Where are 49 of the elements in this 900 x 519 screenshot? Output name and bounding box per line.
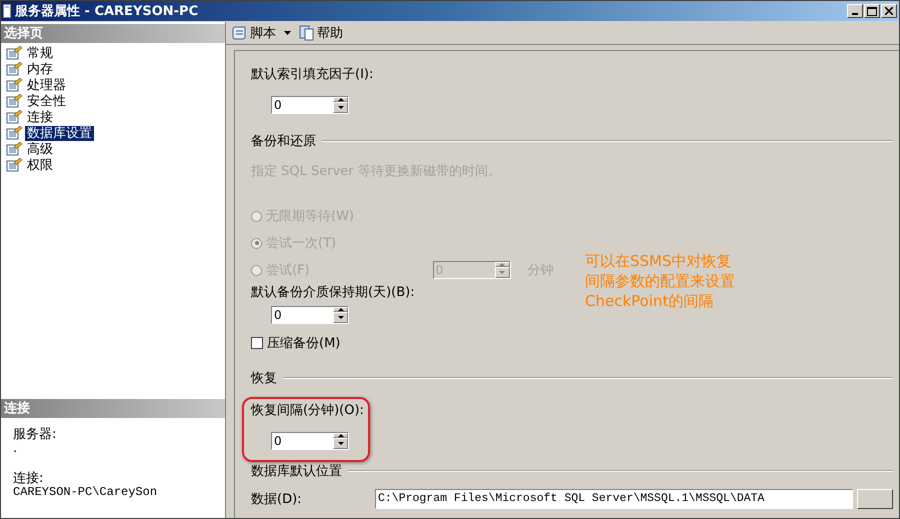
- caret-icon: [284, 31, 291, 35]
- field-label: 默认备份介质保持期(天)(B):: [251, 284, 415, 301]
- page-list-item[interactable]: 连接: [25, 110, 55, 124]
- server-value: .: [13, 442, 18, 456]
- annotation-text: 可以在SSMS中对恢复间隔参数的配置来设置CheckPoint的间隔: [585, 251, 736, 311]
- field-label: 默认索引填充因子(I):: [251, 66, 374, 83]
- checkbox-label: 压缩备份(M): [267, 335, 340, 352]
- field-label: 数据(D):: [251, 491, 302, 508]
- number-spin-box[interactable]: 0: [271, 432, 349, 450]
- close-button[interactable]: [881, 4, 897, 18]
- close-icon: [885, 7, 893, 15]
- server-label: 服务器:: [13, 428, 58, 442]
- field-label: 恢复间隔(分钟)(O):: [251, 402, 364, 419]
- page-list-item[interactable]: 高级: [25, 142, 55, 156]
- page-list-item[interactable]: 常规: [25, 46, 55, 60]
- window-title: 服务器属性 - CAREYSON-PC: [15, 3, 198, 20]
- section-title: 备份和还原: [251, 133, 316, 150]
- toolbar-button[interactable]: 脚本: [230, 23, 293, 43]
- page-pencil-icon: [6, 110, 22, 124]
- maximize-icon: [867, 6, 877, 16]
- page-list-item[interactable]: 内存: [25, 62, 55, 76]
- maximize-button[interactable]: [864, 4, 880, 18]
- page-pencil-icon: [6, 62, 22, 76]
- connection-value: CAREYSON-PC\CareySon: [13, 486, 158, 498]
- document-icon: [299, 25, 315, 41]
- section-title: 恢复: [251, 370, 277, 387]
- number-spin-box[interactable]: 0: [271, 306, 349, 324]
- panel-heading: 连接: [1, 399, 225, 418]
- section-title: 数据库默认位置: [251, 463, 342, 480]
- checkbox[interactable]: [251, 337, 263, 349]
- page-pencil-icon: [6, 78, 22, 92]
- page-pencil-icon: [6, 46, 22, 60]
- page-list-item[interactable]: 权限: [25, 158, 55, 172]
- toolbar-button[interactable]: 帮助: [297, 23, 345, 43]
- page-pencil-icon: [6, 142, 22, 156]
- scroll-icon: [232, 25, 248, 41]
- connection-label: 连接:: [13, 472, 44, 486]
- path-field[interactable]: C:\Program Files\Microsoft SQL Server\MSSQL.1\MSSQL\DATA: [375, 489, 853, 509]
- page-list-item[interactable]: 安全性: [25, 94, 68, 108]
- window-icon: [3, 4, 11, 18]
- minimize-button[interactable]: [847, 4, 863, 18]
- page-pencil-icon: [6, 94, 22, 108]
- panel-heading: 选择页: [1, 24, 225, 43]
- page-pencil-icon: [6, 158, 22, 172]
- page-list-item[interactable]: 数据库设置: [25, 126, 94, 140]
- page-pencil-icon: [6, 126, 22, 140]
- page-list-item[interactable]: 处理器: [25, 78, 68, 92]
- number-spin-box[interactable]: 0: [271, 96, 349, 114]
- browse-button[interactable]: [857, 489, 893, 509]
